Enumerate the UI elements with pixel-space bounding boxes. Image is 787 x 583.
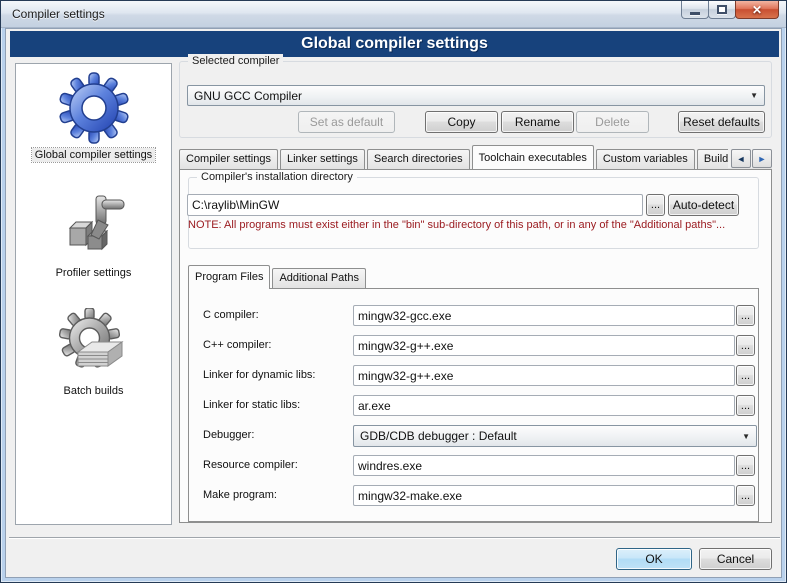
c-compiler-browse-button[interactable]: ... (736, 305, 755, 326)
sidebar-item-global-compiler-settings[interactable]: Global compiler settings (16, 70, 171, 162)
debugger-value: GDB/CDB debugger : Default (360, 429, 738, 443)
make-program-label: Make program: (203, 489, 277, 501)
dynamic-linker-label: Linker for dynamic libs: (203, 369, 316, 381)
arrow-right-icon: ► (758, 154, 767, 164)
chevron-down-icon: ▼ (742, 432, 750, 441)
tab-compiler-settings[interactable]: Compiler settings (179, 149, 278, 169)
auto-detect-button[interactable]: Auto-detect (668, 194, 739, 216)
maximize-icon (717, 5, 727, 14)
dynamic-linker-browse-button[interactable]: ... (736, 365, 755, 386)
debugger-dropdown[interactable]: GDB/CDB debugger : Default ▼ (353, 425, 757, 447)
copy-button[interactable]: Copy (425, 111, 498, 133)
maximize-button[interactable] (708, 1, 736, 19)
profiler-icon (56, 188, 132, 264)
arrow-left-icon: ◄ (737, 154, 746, 164)
sidebar-item-label: Global compiler settings (32, 148, 155, 162)
footer-separator (9, 537, 780, 539)
tab-scroll-left-button[interactable]: ◄ (731, 149, 751, 168)
c-compiler-row: C compiler: ... (189, 305, 758, 327)
static-linker-row: Linker for static libs: ... (189, 395, 758, 417)
settings-category-sidebar: Global compiler settings (15, 63, 172, 525)
installation-directory-input[interactable] (187, 194, 643, 216)
make-program-input[interactable] (353, 485, 735, 506)
rename-button[interactable]: Rename (501, 111, 574, 133)
make-program-row: Make program: ... (189, 485, 758, 507)
resource-compiler-row: Resource compiler: ... (189, 455, 758, 477)
subtab-additional-paths[interactable]: Additional Paths (272, 268, 366, 288)
sidebar-item-label: Batch builds (61, 384, 127, 398)
debugger-label: Debugger: (203, 429, 254, 441)
tab-search-directories[interactable]: Search directories (367, 149, 470, 169)
close-button[interactable]: ✕ (735, 1, 779, 19)
c-compiler-input[interactable] (353, 305, 735, 326)
program-subtabstrip: Program Files Additional Paths (188, 264, 368, 288)
close-icon: ✕ (752, 4, 762, 16)
resource-compiler-browse-button[interactable]: ... (736, 455, 755, 476)
cpp-compiler-label: C++ compiler: (203, 339, 271, 351)
gear-blue-icon (56, 70, 132, 146)
ok-button[interactable]: OK (616, 548, 692, 570)
minimize-icon (690, 12, 700, 15)
minimize-button[interactable] (681, 1, 709, 19)
static-linker-label: Linker for static libs: (203, 399, 300, 411)
cpp-compiler-row: C++ compiler: ... (189, 335, 758, 357)
batch-builds-icon (56, 306, 132, 382)
c-compiler-label: C compiler: (203, 309, 259, 321)
dialog-client-area: Global compiler settings (5, 28, 782, 578)
window-title: Compiler settings (12, 7, 105, 21)
toolchain-executables-panel: Compiler's installation directory ... Au… (179, 169, 772, 523)
titlebar[interactable]: Compiler settings ✕ (1, 1, 786, 28)
main-tabstrip: Compiler settings Linker settings Search… (179, 144, 772, 169)
resource-compiler-label: Resource compiler: (203, 459, 298, 471)
selected-compiler-dropdown[interactable]: GNU GCC Compiler ▼ (187, 85, 765, 106)
dynamic-linker-input[interactable] (353, 365, 735, 386)
browse-directory-button[interactable]: ... (646, 194, 665, 216)
page-title: Global compiler settings (10, 31, 779, 57)
installation-note: NOTE: All programs must exist either in … (188, 219, 725, 231)
sidebar-item-batch-builds[interactable]: Batch builds (16, 306, 171, 398)
reset-defaults-button[interactable]: Reset defaults (678, 111, 765, 133)
window-controls: ✕ (682, 1, 779, 19)
cpp-compiler-input[interactable] (353, 335, 735, 356)
compiler-settings-window: Compiler settings ✕ Global compiler sett… (0, 0, 787, 583)
program-files-panel: C compiler: ... C++ compiler: ... Linker… (188, 288, 759, 522)
tab-linker-settings[interactable]: Linker settings (280, 149, 365, 169)
delete-button[interactable]: Delete (576, 111, 649, 133)
selected-compiler-legend: Selected compiler (188, 54, 283, 68)
selected-compiler-value: GNU GCC Compiler (194, 89, 746, 103)
make-program-browse-button[interactable]: ... (736, 485, 755, 506)
subtab-program-files[interactable]: Program Files (188, 265, 270, 289)
installation-directory-legend: Compiler's installation directory (197, 170, 357, 184)
debugger-row: Debugger: GDB/CDB debugger : Default ▼ (189, 425, 758, 447)
sidebar-item-label: Profiler settings (53, 266, 135, 280)
resource-compiler-input[interactable] (353, 455, 735, 476)
dynamic-linker-row: Linker for dynamic libs: ... (189, 365, 758, 387)
static-linker-browse-button[interactable]: ... (736, 395, 755, 416)
tab-scroll-buttons: ◄ ► (728, 149, 772, 168)
tab-scroll-right-button[interactable]: ► (752, 149, 772, 168)
tab-custom-variables[interactable]: Custom variables (596, 149, 695, 169)
tab-toolchain-executables[interactable]: Toolchain executables (472, 145, 594, 169)
chevron-down-icon: ▼ (750, 91, 758, 100)
cancel-button[interactable]: Cancel (699, 548, 772, 570)
static-linker-input[interactable] (353, 395, 735, 416)
sidebar-item-profiler-settings[interactable]: Profiler settings (16, 188, 171, 280)
cpp-compiler-browse-button[interactable]: ... (736, 335, 755, 356)
set-as-default-button[interactable]: Set as default (298, 111, 395, 133)
